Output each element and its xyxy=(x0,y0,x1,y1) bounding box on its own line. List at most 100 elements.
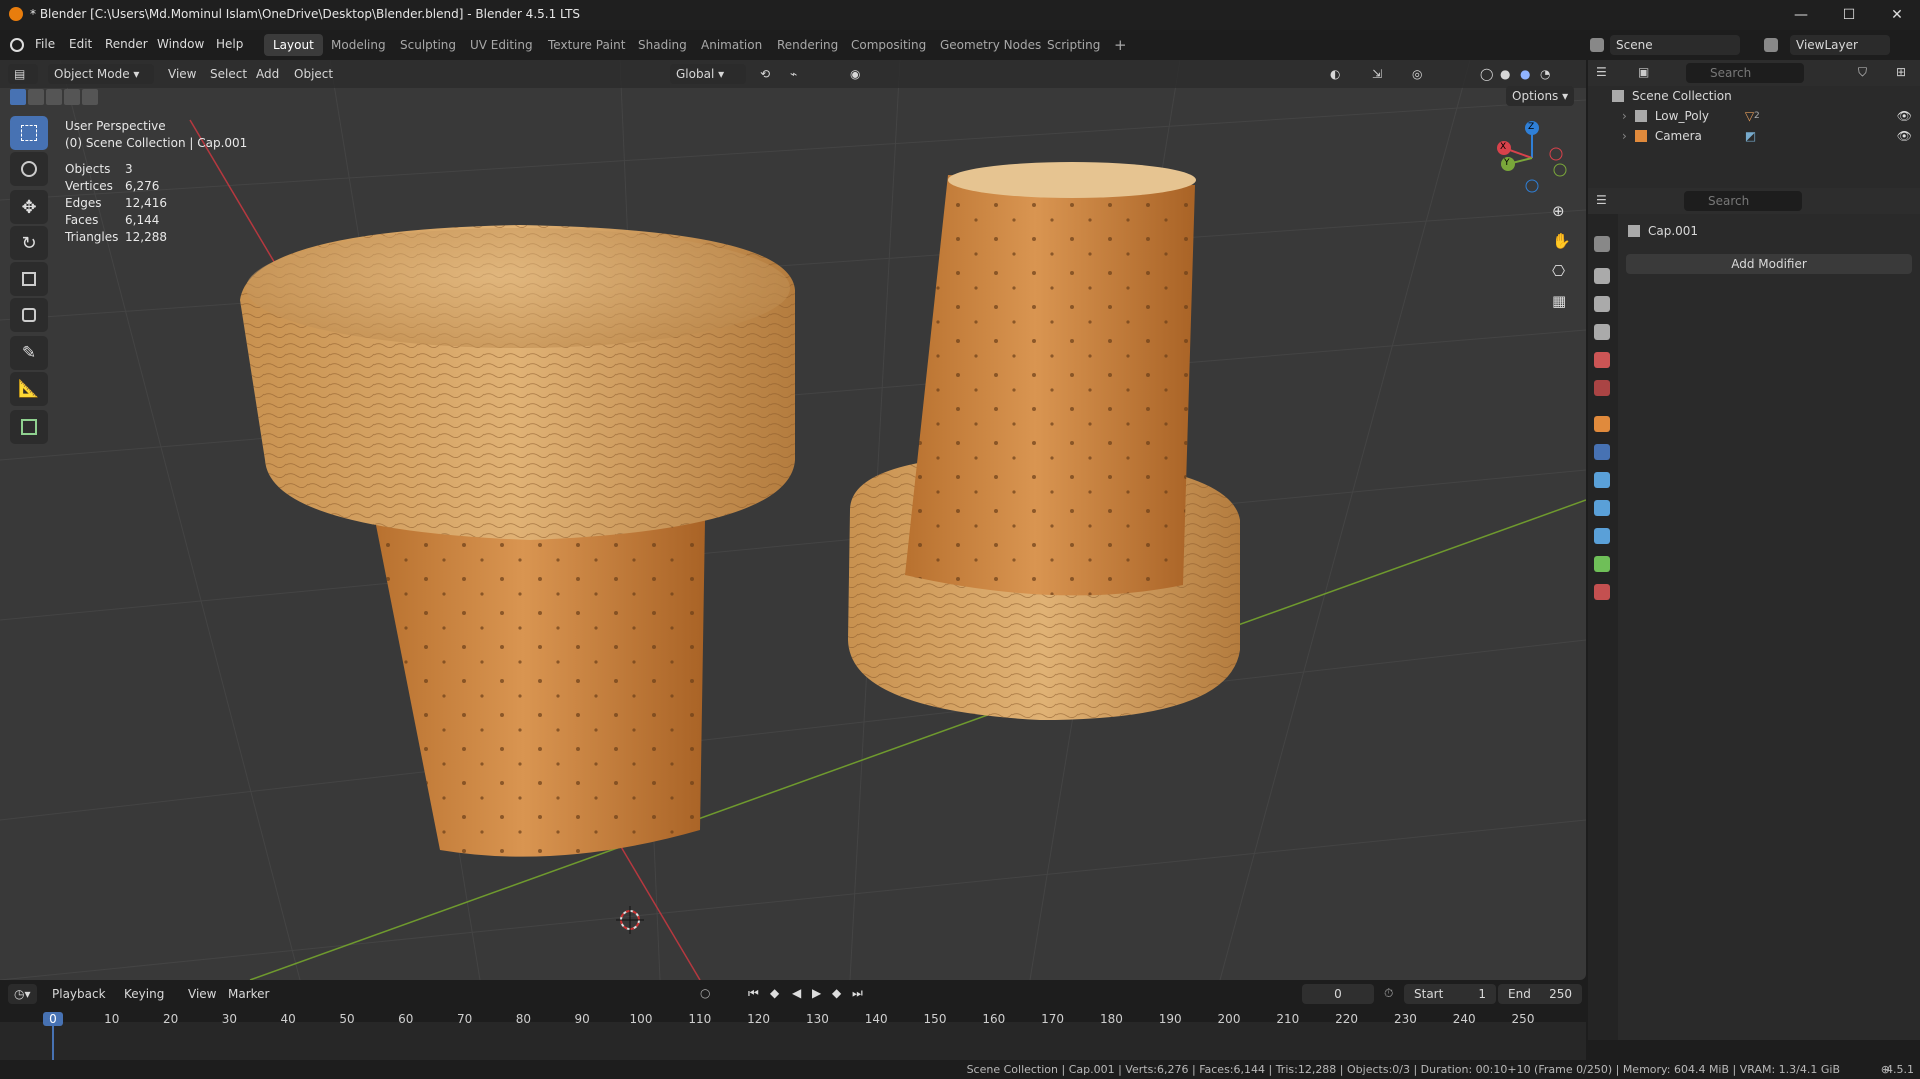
world-properties-icon[interactable] xyxy=(1594,380,1610,396)
timeline-menu-marker[interactable]: Marker xyxy=(228,987,269,1001)
current-frame-field[interactable]: 0 xyxy=(1302,984,1374,1004)
viewlayer-selector[interactable]: ViewLayer xyxy=(1790,35,1890,55)
tab-scripting[interactable]: Scripting xyxy=(1038,34,1109,56)
view-layer-properties-icon[interactable] xyxy=(1594,324,1610,340)
outliner-search-input[interactable]: Search xyxy=(1686,63,1804,83)
tab-shading[interactable]: Shading xyxy=(629,34,696,56)
snap-icon[interactable]: ⌁ xyxy=(790,64,797,84)
shading-solid-icon[interactable]: ● xyxy=(1500,64,1510,84)
shading-wireframe-icon[interactable]: ◯ xyxy=(1480,64,1493,84)
auto-keying-icon[interactable]: ○ xyxy=(700,986,710,1000)
add-modifier-button[interactable]: Add Modifier xyxy=(1626,254,1912,274)
gizmo-toggle-icon[interactable]: ⇲ xyxy=(1372,64,1382,84)
select-subtract-icon[interactable] xyxy=(46,89,62,105)
scene-properties-icon[interactable] xyxy=(1594,352,1610,368)
outliner-item-camera[interactable]: › Camera ◩ 👁 xyxy=(1612,126,1912,146)
mode-selector[interactable]: Object Mode ▾ xyxy=(48,64,154,84)
blender-menu-icon[interactable] xyxy=(10,38,24,52)
pan-hand-icon[interactable]: ✋ xyxy=(1552,232,1571,250)
prev-keyframe-icon[interactable]: ◆ xyxy=(770,986,779,1000)
viewport-scene[interactable] xyxy=(0,60,1586,980)
timeline-menu-view[interactable]: View xyxy=(188,987,216,1001)
select-intersect-icon[interactable] xyxy=(82,89,98,105)
annotate-tool[interactable]: ✎ xyxy=(10,336,48,370)
overlay-toggle-icon[interactable]: ◎ xyxy=(1412,64,1422,84)
render-properties-icon[interactable] xyxy=(1594,268,1610,284)
select-extend-icon[interactable] xyxy=(28,89,44,105)
menu-window[interactable]: Window xyxy=(157,37,204,51)
modifier-properties-icon[interactable] xyxy=(1594,444,1610,460)
visibility-eye-icon[interactable]: 👁 xyxy=(1897,106,1912,126)
editor-type-icon[interactable]: ▤ xyxy=(8,64,38,84)
play-reverse-icon[interactable]: ◀ xyxy=(792,986,801,1000)
tool-properties-icon[interactable] xyxy=(1594,236,1610,252)
select-box-tool[interactable] xyxy=(10,116,48,150)
menu-help[interactable]: Help xyxy=(216,37,243,51)
preview-range-icon[interactable]: ⏱ xyxy=(1384,986,1393,1001)
expand-chevron-icon[interactable]: › xyxy=(1622,126,1627,146)
zoom-icon[interactable]: ⊕ xyxy=(1552,202,1565,220)
properties-editor-icon[interactable]: ☰ xyxy=(1596,193,1607,207)
material-properties-icon[interactable] xyxy=(1594,584,1610,600)
play-icon[interactable]: ▶ xyxy=(812,986,821,1000)
viewport-menu-view[interactable]: View xyxy=(168,64,196,84)
next-keyframe-icon[interactable]: ◆ xyxy=(832,986,841,1000)
tab-animation[interactable]: Animation xyxy=(692,34,771,56)
tab-rendering[interactable]: Rendering xyxy=(768,34,847,56)
add-workspace-button[interactable]: + xyxy=(1105,34,1136,56)
expand-chevron-icon[interactable]: › xyxy=(1622,106,1627,126)
outliner-root[interactable]: Scene Collection xyxy=(1612,86,1912,106)
viewport-menu-select[interactable]: Select xyxy=(210,64,247,84)
jump-start-icon[interactable]: ⏮ xyxy=(748,986,759,1001)
camera-view-icon[interactable]: ⎔ xyxy=(1552,262,1565,280)
viewport-menu-add[interactable]: Add xyxy=(256,64,279,84)
options-dropdown[interactable]: Options ▾ xyxy=(1506,86,1575,106)
cursor-tool[interactable] xyxy=(10,152,48,186)
output-properties-icon[interactable] xyxy=(1594,296,1610,312)
data-properties-icon[interactable] xyxy=(1594,556,1610,572)
scene-selector[interactable]: Scene xyxy=(1610,35,1740,55)
start-frame-field[interactable]: Start 1 xyxy=(1404,984,1496,1004)
menu-render[interactable]: Render xyxy=(105,37,148,51)
timeline-editor-icon[interactable]: ◷▾ xyxy=(8,984,37,1004)
transform-tool[interactable] xyxy=(10,298,48,332)
minimize-button[interactable]: — xyxy=(1778,0,1824,30)
measure-tool[interactable]: 📐 xyxy=(10,372,48,406)
menu-file[interactable]: File xyxy=(35,37,55,51)
new-collection-icon[interactable]: ⊞ xyxy=(1896,65,1906,79)
end-frame-field[interactable]: End 250 xyxy=(1498,984,1582,1004)
outliner-editor-icon[interactable]: ☰ xyxy=(1596,65,1607,79)
proportional-edit-icon[interactable]: ◉ xyxy=(850,64,860,84)
shading-material-icon[interactable]: ● xyxy=(1520,64,1530,84)
tab-compositing[interactable]: Compositing xyxy=(842,34,935,56)
close-button[interactable]: ✕ xyxy=(1874,0,1920,30)
timeline-menu-playback[interactable]: Playback xyxy=(52,987,106,1001)
viewport-menu-object[interactable]: Object xyxy=(294,64,333,84)
ortho-grid-icon[interactable]: ▦ xyxy=(1552,292,1566,310)
3d-viewport[interactable] xyxy=(0,60,1586,980)
timeline-track-area[interactable] xyxy=(0,1022,1586,1060)
shading-rendered-icon[interactable]: ◔ xyxy=(1540,64,1550,84)
transform-orientation-selector[interactable]: Global ▾ xyxy=(670,64,746,84)
jump-end-icon[interactable]: ⏭ xyxy=(852,986,863,1001)
scale-tool[interactable] xyxy=(10,262,48,296)
tab-texture-paint[interactable]: Texture Paint xyxy=(539,34,634,56)
select-new-icon[interactable] xyxy=(10,89,26,105)
constraints-properties-icon[interactable] xyxy=(1594,528,1610,544)
object-properties-icon[interactable] xyxy=(1594,416,1610,432)
filter-icon[interactable]: ⛉ xyxy=(1858,65,1867,80)
visibility-icon[interactable]: ◐ xyxy=(1330,64,1340,84)
menu-edit[interactable]: Edit xyxy=(69,37,92,51)
timeline-menu-keying[interactable]: Keying xyxy=(124,987,164,1001)
move-tool[interactable]: ✥ xyxy=(10,190,48,224)
rotate-tool[interactable]: ↻ xyxy=(10,226,48,260)
properties-search-input[interactable]: Search xyxy=(1684,191,1802,211)
tab-layout[interactable]: Layout xyxy=(264,34,323,56)
tab-uv-editing[interactable]: UV Editing xyxy=(461,34,542,56)
particles-properties-icon[interactable] xyxy=(1594,472,1610,488)
physics-properties-icon[interactable] xyxy=(1594,500,1610,516)
display-mode-icon[interactable]: ▣ xyxy=(1638,65,1649,79)
visibility-eye-icon[interactable]: 👁 xyxy=(1897,126,1912,146)
playhead-line[interactable] xyxy=(52,1022,54,1060)
navigation-gizmo[interactable]: Z X Y xyxy=(1492,118,1572,198)
